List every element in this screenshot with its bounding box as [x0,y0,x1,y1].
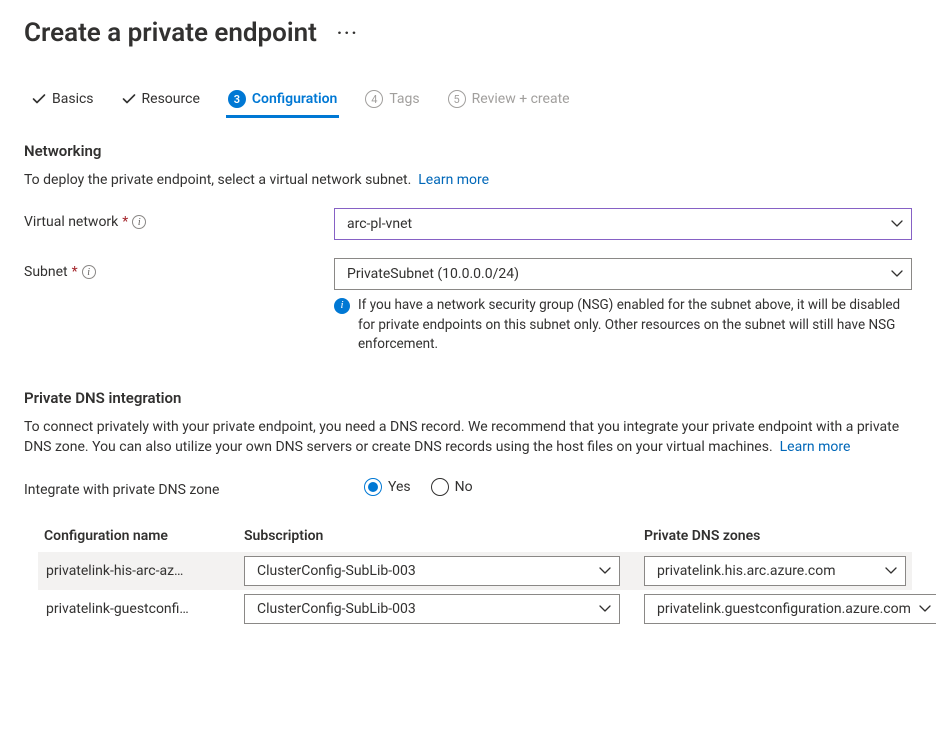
chevron-down-icon [891,268,903,280]
subscription-select[interactable]: ClusterConfig-SubLib-003 [244,556,620,586]
chevron-down-icon [599,565,611,577]
page-title: Create a private endpoint ··· [24,18,912,48]
column-private-dns-zones: Private DNS zones [644,528,906,544]
subnet-row: Subnet * i PrivateSubnet (10.0.0.0/24) i… [24,258,912,355]
select-value: ClusterConfig-SubLib-003 [257,563,416,579]
dns-zone-table: Configuration name Subscription Private … [24,520,912,628]
subscription-select[interactable]: ClusterConfig-SubLib-003 [244,594,620,624]
check-icon [122,92,136,106]
step-number-icon: 3 [228,90,246,108]
tab-label: Review + create [472,91,570,107]
virtual-network-select[interactable]: arc-pl-vnet [334,208,912,240]
check-icon [32,92,46,106]
step-number-icon: 5 [448,90,466,108]
dns-table-header: Configuration name Subscription Private … [38,520,912,552]
column-subscription: Subscription [244,528,644,544]
info-filled-icon: i [334,298,350,314]
dns-description: To connect privately with your private e… [24,417,912,458]
integrate-dns-yes-radio[interactable]: Yes [364,478,411,496]
select-value: privatelink.guestconfiguration.azure.com [657,601,911,617]
select-value: arc-pl-vnet [347,216,412,232]
select-value: ClusterConfig-SubLib-003 [257,601,416,617]
integrate-dns-row: Integrate with private DNS zone Yes No [24,476,912,498]
tab-resource[interactable]: Resource [120,84,202,118]
page-title-text: Create a private endpoint [24,18,317,48]
required-indicator: * [72,264,78,280]
tab-tags[interactable]: 4 Tags [363,84,421,118]
radio-label: Yes [388,479,411,495]
dns-zone-select[interactable]: privatelink.his.arc.azure.com [644,556,906,586]
networking-heading: Networking [24,142,912,160]
chevron-down-icon [919,603,931,615]
dns-heading: Private DNS integration [24,389,912,407]
tab-label: Resource [142,91,200,107]
subnet-nsg-hint: i If you have a network security group (… [334,296,912,355]
radio-dot-icon [431,478,449,496]
radio-dot-icon [364,478,382,496]
subnet-select[interactable]: PrivateSubnet (10.0.0.0/24) [334,258,912,290]
subnet-label: Subnet * i [24,258,334,280]
tab-basics[interactable]: Basics [30,84,96,118]
tab-label: Configuration [252,91,337,107]
select-value: PrivateSubnet (10.0.0.0/24) [347,266,519,282]
tab-label: Basics [52,91,94,107]
dns-zone-select[interactable]: privatelink.guestconfiguration.azure.com [644,594,936,624]
info-icon[interactable]: i [82,265,96,279]
integrate-dns-no-radio[interactable]: No [431,478,473,496]
chevron-down-icon [599,603,611,615]
tab-configuration[interactable]: 3 Configuration [226,84,339,118]
config-name-cell: privatelink-guestconfi… [44,601,244,617]
step-number-icon: 4 [365,90,383,108]
wizard-tabs: Basics Resource 3 Configuration 4 Tags 5… [24,84,912,118]
info-icon[interactable]: i [132,215,146,229]
integrate-dns-label: Integrate with private DNS zone [24,476,364,498]
chevron-down-icon [885,565,897,577]
tab-review-create[interactable]: 5 Review + create [446,84,572,118]
table-row: privatelink-guestconfi… ClusterConfig-Su… [38,590,912,628]
table-row: privatelink-his-arc-az… ClusterConfig-Su… [38,552,912,590]
virtual-network-label: Virtual network * i [24,208,334,230]
required-indicator: * [122,214,128,230]
networking-learn-more-link[interactable]: Learn more [418,172,489,188]
select-value: privatelink.his.arc.azure.com [657,563,836,579]
integrate-dns-radio-group: Yes No [364,478,473,496]
virtual-network-row: Virtual network * i arc-pl-vnet [24,208,912,240]
more-actions-button[interactable]: ··· [333,21,363,46]
tab-label: Tags [389,91,419,107]
radio-label: No [455,479,473,495]
networking-description: To deploy the private endpoint, select a… [24,170,912,190]
chevron-down-icon [891,218,903,230]
column-config-name: Configuration name [44,528,244,544]
config-name-cell: privatelink-his-arc-az… [44,563,244,579]
dns-learn-more-link[interactable]: Learn more [780,439,851,455]
